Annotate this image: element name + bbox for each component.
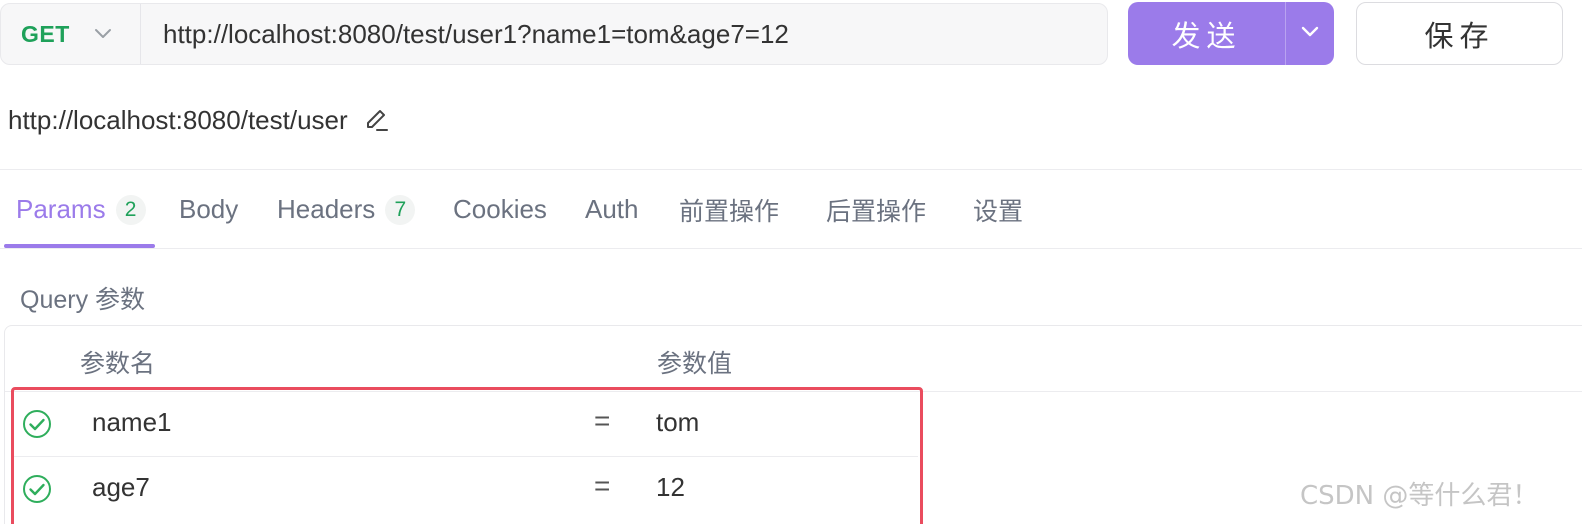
- request-url-bar: GET: [0, 3, 1108, 65]
- params-count-badge: 2: [115, 194, 146, 225]
- url-input[interactable]: [141, 4, 1107, 64]
- active-tab-indicator: [4, 244, 155, 248]
- tab-body[interactable]: Body: [179, 170, 238, 249]
- param-name[interactable]: name1: [92, 407, 172, 438]
- tab-pre-operations[interactable]: 前置操作: [679, 170, 779, 249]
- method-label: GET: [21, 20, 70, 47]
- method-select[interactable]: GET: [1, 4, 141, 64]
- tab-label: Auth: [585, 194, 639, 224]
- send-button[interactable]: 发送: [1128, 2, 1285, 65]
- headers-count-badge: 7: [385, 194, 416, 225]
- tab-settings[interactable]: 设置: [973, 170, 1023, 249]
- tab-auth[interactable]: Auth: [585, 170, 639, 249]
- tab-label: Body: [179, 194, 239, 224]
- query-params-title: Query 参数: [20, 286, 146, 314]
- request-tabs: Params 2 Body Headers 7 Cookies Auth 前置操…: [0, 170, 1582, 249]
- equals-sign: =: [594, 405, 611, 436]
- tab-label: 设置: [973, 196, 1024, 226]
- column-header-name: 参数名: [80, 349, 156, 378]
- save-button[interactable]: 保存: [1356, 2, 1563, 65]
- api-name-text: http://localhost:8080/test/user: [8, 104, 348, 135]
- table-row: age7 = 12: [13, 457, 918, 522]
- edit-pencil-icon[interactable]: [364, 107, 390, 133]
- tab-label: 后置操作: [826, 196, 927, 226]
- tab-label: 前置操作: [679, 196, 780, 226]
- tab-headers[interactable]: Headers 7: [277, 170, 416, 249]
- param-value[interactable]: tom: [656, 407, 699, 438]
- param-name[interactable]: age7: [92, 472, 150, 503]
- tab-label: Cookies: [453, 194, 547, 224]
- chevron-down-icon: [94, 28, 112, 40]
- enabled-check-icon[interactable]: [22, 409, 52, 439]
- column-header-value: 参数值: [657, 349, 733, 378]
- send-options-dropdown[interactable]: [1285, 2, 1334, 65]
- param-value[interactable]: 12: [656, 472, 685, 503]
- tab-params[interactable]: Params 2: [16, 170, 146, 249]
- enabled-check-icon[interactable]: [22, 474, 52, 504]
- chevron-down-icon: [1301, 25, 1319, 43]
- tab-cookies[interactable]: Cookies: [453, 170, 547, 249]
- send-button-group: 发送: [1128, 2, 1334, 65]
- tab-label: Headers: [277, 194, 376, 224]
- tab-label: Params: [16, 194, 106, 224]
- tab-post-operations[interactable]: 后置操作: [826, 170, 926, 249]
- watermark: CSDN @等什么君！: [1300, 481, 1539, 511]
- table-row: name1 = tom: [13, 392, 918, 457]
- api-name: http://localhost:8080/test/user: [8, 100, 390, 140]
- equals-sign: =: [594, 470, 611, 501]
